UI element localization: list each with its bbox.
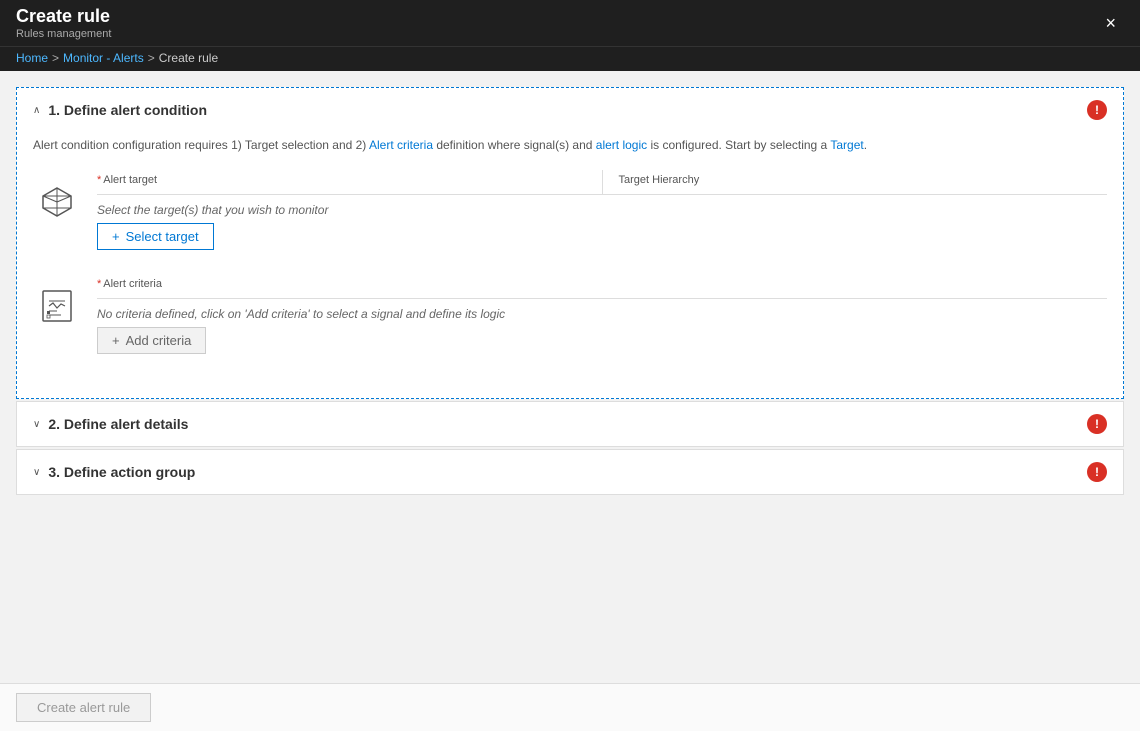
target-icon (33, 178, 81, 226)
breadcrumb: Home > Monitor - Alerts > Create rule (0, 46, 1140, 71)
alert-target-placeholder: Select the target(s) that you wish to mo… (97, 203, 1107, 217)
section-title-1: 1. Define alert condition (48, 102, 207, 118)
section-header-1[interactable]: ∧ 1. Define alert condition ! (17, 88, 1123, 132)
topbar: Create rule Rules management × (0, 0, 1140, 46)
create-alert-rule-button[interactable]: Create alert rule (16, 693, 151, 722)
alert-target-field-row: *Alert target Target Hierarchy (97, 170, 1107, 195)
error-icon-3: ! (1087, 462, 1107, 482)
required-star-criteria: * (97, 278, 101, 290)
page-title: Create rule (16, 6, 111, 27)
section-define-alert-details: ∨ 2. Define alert details ! (16, 401, 1124, 447)
alert-criteria-placeholder: No criteria defined, click on 'Add crite… (97, 307, 1107, 321)
bottom-bar: Create alert rule (0, 683, 1140, 731)
section-define-action-group: ∨ 3. Define action group ! (16, 449, 1124, 495)
alert-criteria-col: *Alert criteria (97, 274, 1107, 298)
section-define-alert-condition: ∧ 1. Define alert condition ! Alert cond… (16, 87, 1124, 399)
breadcrumb-sep-1: > (52, 51, 59, 65)
alert-criteria-field-row: *Alert criteria (97, 274, 1107, 299)
main-content: ∧ 1. Define alert condition ! Alert cond… (0, 71, 1140, 664)
section-title-3: 3. Define action group (48, 464, 195, 480)
required-star-target: * (97, 174, 101, 186)
select-target-plus-icon: + (112, 229, 120, 244)
alert-target-row: *Alert target Target Hierarchy Select th… (33, 170, 1107, 250)
select-target-label: Select target (126, 229, 199, 244)
chevron-down-icon-3: ∨ (33, 467, 40, 478)
create-alert-rule-label: Create alert rule (37, 700, 130, 715)
target-svg-icon (39, 184, 75, 220)
section-header-2[interactable]: ∨ 2. Define alert details ! (17, 402, 1123, 446)
alert-criteria-row: *Alert criteria No criteria defined, cli… (33, 274, 1107, 354)
alert-criteria-label: *Alert criteria (97, 278, 1107, 290)
target-hierarchy-col: Target Hierarchy (602, 170, 1108, 194)
section-title-2: 2. Define alert details (48, 416, 188, 432)
page-subtitle: Rules management (16, 28, 111, 40)
alert-criteria-fields: *Alert criteria No criteria defined, cli… (97, 274, 1107, 354)
close-button[interactable]: × (1097, 10, 1124, 36)
error-icon-1: ! (1087, 100, 1107, 120)
alert-target-label: *Alert target (97, 174, 586, 186)
breadcrumb-sep-2: > (148, 51, 155, 65)
criteria-svg-icon (39, 288, 75, 324)
topbar-title-section: Create rule Rules management (16, 6, 111, 40)
section-header-3[interactable]: ∨ 3. Define action group ! (17, 450, 1123, 494)
breadcrumb-home[interactable]: Home (16, 51, 48, 65)
breadcrumb-current: Create rule (159, 51, 218, 65)
alert-target-col: *Alert target (97, 170, 586, 194)
add-criteria-button[interactable]: + Add criteria (97, 327, 206, 354)
breadcrumb-monitor-alerts[interactable]: Monitor - Alerts (63, 51, 144, 65)
section-body-1: Alert condition configuration requires 1… (17, 132, 1123, 398)
chevron-down-icon-2: ∨ (33, 419, 40, 430)
error-icon-2: ! (1087, 414, 1107, 434)
target-hierarchy-label: Target Hierarchy (619, 174, 1108, 186)
alert-target-fields: *Alert target Target Hierarchy Select th… (97, 170, 1107, 250)
add-criteria-label: Add criteria (126, 333, 192, 348)
chevron-up-icon-1: ∧ (33, 105, 40, 116)
select-target-button[interactable]: + Select target (97, 223, 214, 250)
criteria-icon (33, 282, 81, 330)
section-info-text: Alert condition configuration requires 1… (33, 132, 1107, 154)
add-criteria-plus-icon: + (112, 333, 120, 348)
